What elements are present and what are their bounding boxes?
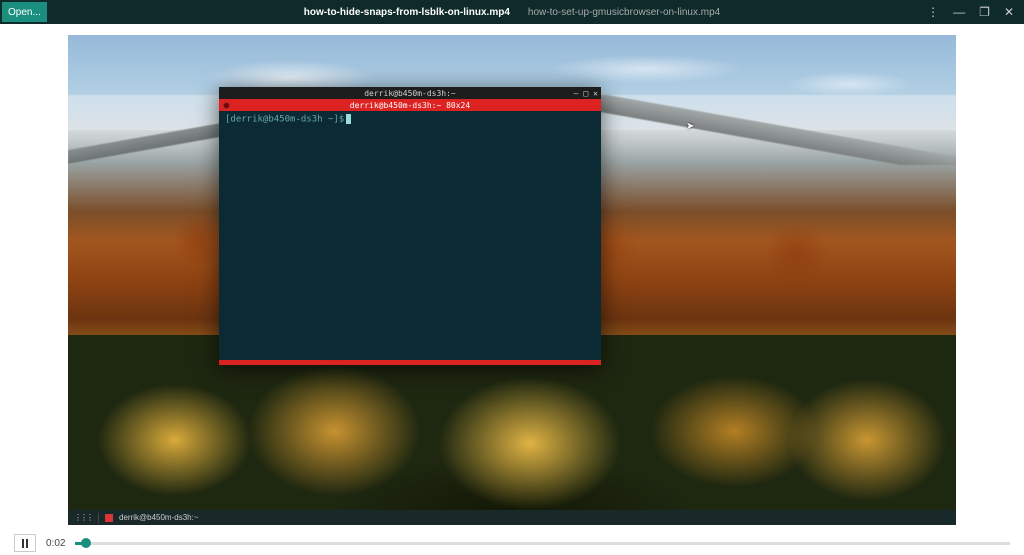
taskbar-app-label[interactable]: derrik@b450m-ds3h:~: [119, 513, 199, 522]
terminal-tab-close-icon[interactable]: [223, 102, 230, 109]
pause-button[interactable]: [14, 534, 36, 552]
terminal-bottom-border: [219, 360, 601, 365]
video-frame: derrik@b450m-ds3h:~ — □ ✕ derrik@b450m-d…: [68, 35, 956, 525]
player-controls: 0:02: [0, 531, 1024, 555]
taskbar-app-icon[interactable]: [105, 514, 113, 522]
open-button[interactable]: Open...: [2, 2, 47, 22]
video-area[interactable]: derrik@b450m-ds3h:~ — □ ✕ derrik@b450m-d…: [0, 24, 1024, 531]
taskbar-divider: [98, 513, 99, 523]
terminal-tab-label[interactable]: derrik@b450m-ds3h:~ 80x24: [350, 101, 470, 110]
terminal-window: derrik@b450m-ds3h:~ — □ ✕ derrik@b450m-d…: [219, 87, 601, 365]
close-icon[interactable]: ✕: [1004, 5, 1014, 19]
app-grid-icon[interactable]: ⋮⋮⋮: [74, 513, 92, 522]
terminal-cursor: [346, 114, 351, 124]
seek-thumb[interactable]: [81, 538, 91, 548]
tab-file-1[interactable]: how-to-hide-snaps-from-lsblk-on-linux.mp…: [304, 7, 510, 18]
window-controls: ⋮ — ❐ ✕: [927, 5, 1024, 19]
menu-icon[interactable]: ⋮: [927, 5, 939, 19]
pause-icon: [22, 539, 24, 548]
terminal-maximize-icon[interactable]: □: [583, 89, 588, 98]
terminal-title: derrik@b450m-ds3h:~: [364, 89, 456, 98]
terminal-prompt: [derrik@b450m-ds3h ~]$: [225, 115, 344, 125]
seek-slider[interactable]: [75, 542, 1010, 545]
terminal-minimize-icon[interactable]: —: [574, 89, 579, 98]
minimize-icon[interactable]: —: [953, 5, 965, 19]
terminal-body[interactable]: [derrik@b450m-ds3h ~]$: [219, 111, 601, 360]
maximize-icon[interactable]: ❐: [979, 5, 990, 19]
terminal-tab-bar: derrik@b450m-ds3h:~ 80x24: [219, 99, 601, 111]
elapsed-time: 0:02: [46, 538, 65, 549]
desktop-taskbar: ⋮⋮⋮ derrik@b450m-ds3h:~: [68, 510, 956, 525]
terminal-titlebar: derrik@b450m-ds3h:~ — □ ✕: [219, 87, 601, 99]
tab-file-2[interactable]: how-to-set-up-gmusicbrowser-on-linux.mp4: [528, 7, 720, 18]
terminal-close-icon[interactable]: ✕: [593, 89, 598, 98]
terminal-window-controls: — □ ✕: [574, 89, 598, 98]
pause-icon: [26, 539, 28, 548]
file-tabs: how-to-hide-snaps-from-lsblk-on-linux.mp…: [304, 7, 720, 18]
player-header: Open... how-to-hide-snaps-from-lsblk-on-…: [0, 0, 1024, 24]
